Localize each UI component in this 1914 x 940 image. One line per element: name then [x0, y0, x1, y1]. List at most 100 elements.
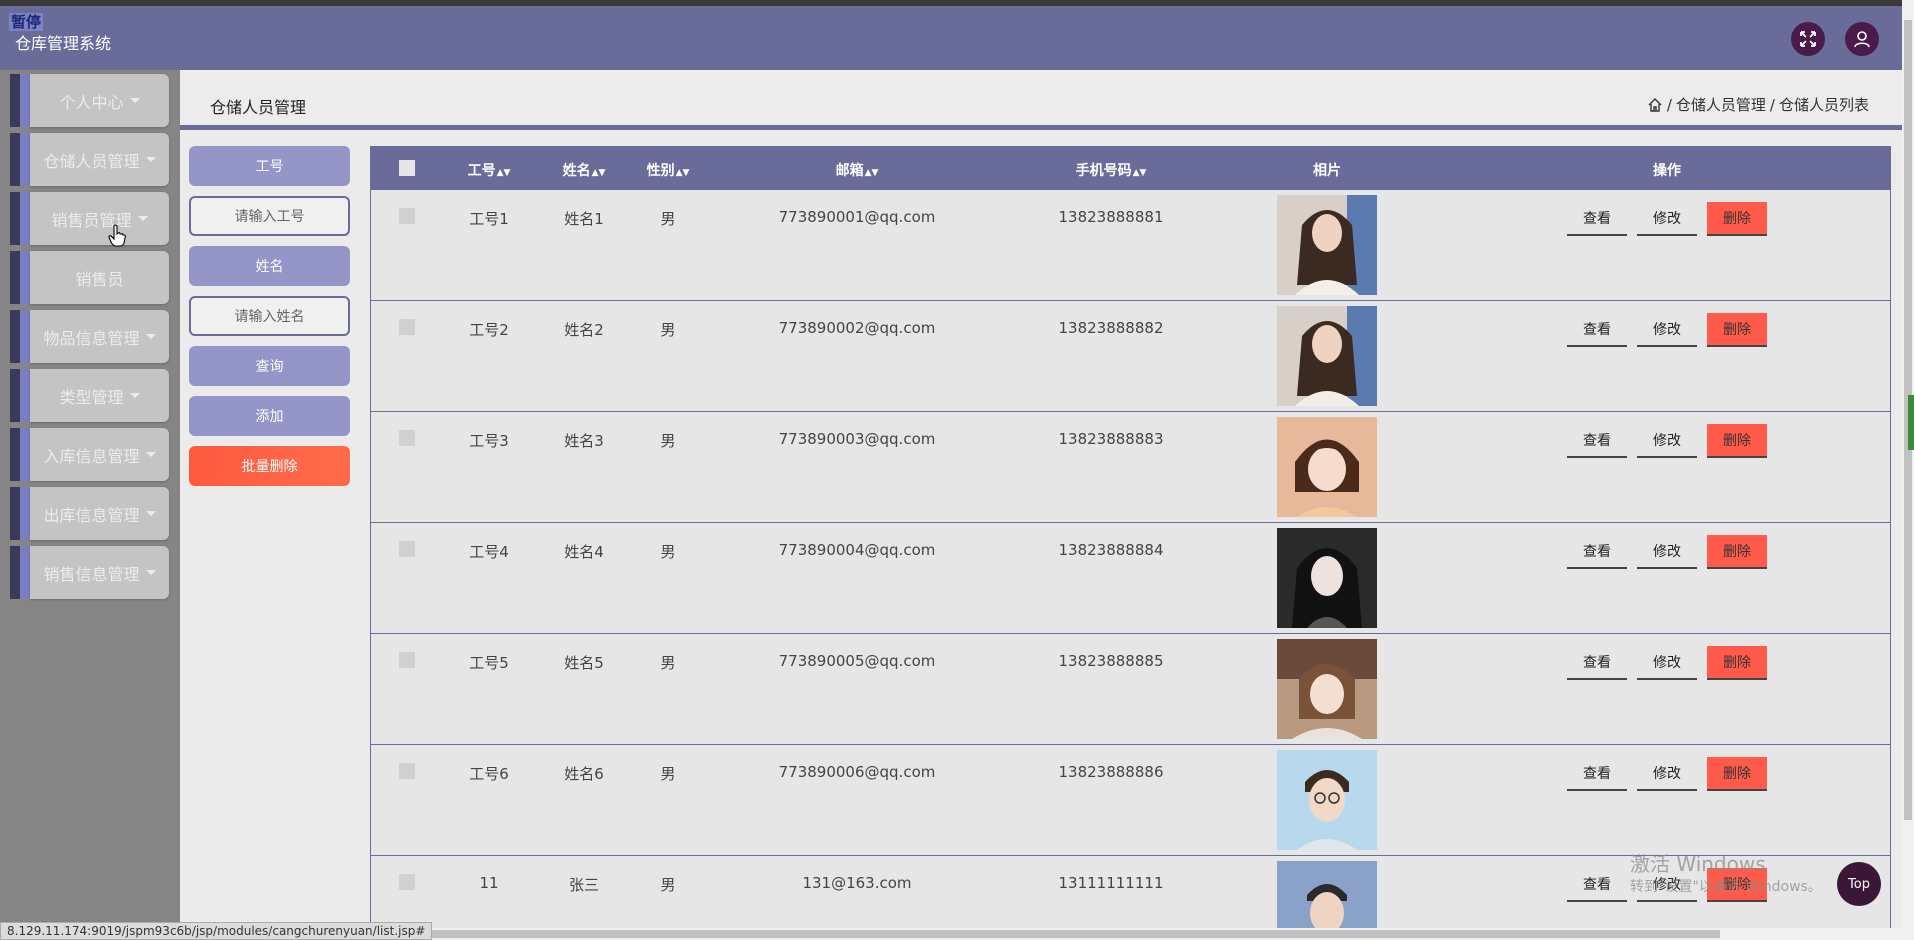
breadcrumb-item-staff-mgmt[interactable]: 仓储人员管理 [1676, 94, 1766, 115]
chevron-down-icon [145, 334, 156, 339]
emp-no-cell: 工号1 [469, 210, 509, 228]
table-row: 工号2 姓名2 男 773890002@qq.com 13823888882 查… [371, 301, 1890, 412]
view-button[interactable]: 查看 [1567, 757, 1627, 791]
delete-button[interactable]: 删除 [1707, 313, 1767, 347]
delete-button[interactable]: 删除 [1707, 202, 1767, 236]
column-header-actions: 操作 [1653, 163, 1681, 179]
sort-icon: ▲▼ [496, 168, 511, 178]
sidebar-item-inbound[interactable]: 入库信息管理 [10, 428, 169, 481]
row-checkbox[interactable] [399, 208, 415, 224]
gender-cell: 男 [660, 210, 676, 228]
delete-button[interactable]: 删除 [1707, 424, 1767, 458]
table-row: 工号3 姓名3 男 773890003@qq.com 13823888883 查… [371, 412, 1890, 523]
phone-cell: 13823888881 [1058, 208, 1164, 226]
row-checkbox[interactable] [399, 652, 415, 668]
column-header-gender[interactable]: 性别▲▼ [647, 160, 690, 180]
row-checkbox[interactable] [399, 319, 415, 335]
status-bar-url: 8.129.11.174:9019/jspm93c6b/jsp/modules/… [0, 922, 433, 940]
row-checkbox[interactable] [399, 541, 415, 557]
back-to-top-button[interactable]: Top [1837, 862, 1881, 906]
search-button[interactable]: 查询 [189, 346, 350, 386]
email-cell: 773890004@qq.com [778, 541, 936, 559]
gender-cell: 男 [660, 765, 676, 783]
name-label: 姓名 [189, 246, 350, 286]
gender-cell: 男 [660, 321, 676, 339]
sidebar-item-sales-info[interactable]: 销售信息管理 [10, 546, 169, 599]
column-header-email[interactable]: 邮箱▲▼ [836, 160, 879, 180]
name-cell: 姓名6 [564, 765, 604, 783]
fullscreen-button[interactable] [1791, 22, 1825, 56]
column-header-photo: 相片 [1313, 163, 1341, 179]
view-button[interactable]: 查看 [1567, 202, 1627, 236]
staff-photo [1277, 417, 1377, 517]
delete-button[interactable]: 删除 [1707, 646, 1767, 680]
vertical-scrollbar[interactable] [1902, 0, 1914, 940]
row-checkbox[interactable] [399, 874, 415, 890]
edit-button[interactable]: 修改 [1637, 424, 1697, 458]
view-button[interactable]: 查看 [1567, 424, 1627, 458]
name-cell: 姓名2 [564, 321, 604, 339]
sort-icon: ▲▼ [675, 168, 690, 178]
page-title: 仓储人员管理 [210, 98, 307, 117]
view-button[interactable]: 查看 [1567, 313, 1627, 347]
sidebar-item-salesperson[interactable]: 销售员 [10, 251, 169, 304]
view-button[interactable]: 查看 [1567, 868, 1627, 902]
batch-delete-button[interactable]: 批量删除 [189, 446, 350, 486]
sidebar-item-type-mgmt[interactable]: 类型管理 [10, 369, 169, 422]
add-button[interactable]: 添加 [189, 396, 350, 436]
chevron-down-icon [145, 511, 156, 516]
name-cell: 姓名3 [564, 432, 604, 450]
emp-no-cell: 工号2 [469, 321, 509, 339]
sidebar-item-personal-center[interactable]: 个人中心 [10, 74, 169, 127]
table-row: 工号4 姓名4 男 773890004@qq.com 13823888884 查… [371, 523, 1890, 634]
emp-no-input[interactable]: 请输入工号 [189, 196, 350, 236]
edit-button[interactable]: 修改 [1637, 313, 1697, 347]
select-all-checkbox[interactable] [399, 160, 415, 176]
chevron-down-icon [145, 570, 156, 575]
edit-button[interactable]: 修改 [1637, 646, 1697, 680]
edit-button[interactable]: 修改 [1637, 757, 1697, 791]
name-input[interactable]: 请输入姓名 [189, 296, 350, 336]
sort-icon: ▲▼ [591, 168, 606, 178]
column-header-emp-no[interactable]: 工号▲▼ [468, 160, 511, 180]
emp-no-cell: 工号5 [469, 654, 509, 672]
page-header: 仓储人员管理 / 仓储人员管理 / 仓储人员列表 [180, 70, 1902, 130]
row-checkbox[interactable] [399, 763, 415, 779]
user-profile-button[interactable] [1845, 22, 1879, 56]
table-row: 工号5 姓名5 男 773890005@qq.com 13823888885 查… [371, 634, 1890, 745]
pause-badge: 暂停 [9, 13, 44, 31]
breadcrumb-item-staff-list: 仓储人员列表 [1778, 96, 1869, 114]
sidebar: 个人中心 仓储人员管理 销售员管理 销售员 物品信息管理 类型管理 入库信息管理… [0, 70, 180, 940]
name-cell: 姓名1 [564, 210, 604, 228]
edit-button[interactable]: 修改 [1637, 535, 1697, 569]
row-checkbox[interactable] [399, 430, 415, 446]
staff-photo [1277, 195, 1377, 295]
staff-photo [1277, 639, 1377, 739]
sidebar-item-salesperson-mgmt[interactable]: 销售员管理 [10, 192, 169, 245]
breadcrumb: / 仓储人员管理 / 仓储人员列表 [1647, 94, 1869, 115]
table-row: 工号1 姓名1 男 773890001@qq.com 13823888881 查… [371, 190, 1890, 301]
gender-cell: 男 [660, 654, 676, 672]
staff-photo [1277, 750, 1377, 850]
app-header: 暂停 仓库管理系统 [0, 6, 1902, 70]
column-header-phone[interactable]: 手机号码▲▼ [1076, 160, 1147, 180]
email-cell: 773890002@qq.com [778, 319, 936, 337]
column-header-name[interactable]: 姓名▲▼ [563, 160, 606, 180]
phone-cell: 13823888882 [1058, 319, 1164, 337]
delete-button[interactable]: 删除 [1707, 757, 1767, 791]
sidebar-item-outbound[interactable]: 出库信息管理 [10, 487, 169, 540]
chevron-down-icon [137, 216, 148, 221]
gender-cell: 男 [660, 876, 676, 894]
view-button[interactable]: 查看 [1567, 535, 1627, 569]
edit-button[interactable]: 修改 [1637, 202, 1697, 236]
sidebar-item-warehouse-staff[interactable]: 仓储人员管理 [10, 133, 169, 186]
sidebar-item-item-info[interactable]: 物品信息管理 [10, 310, 169, 363]
home-icon[interactable] [1647, 97, 1663, 113]
chevron-down-icon [129, 98, 140, 103]
emp-no-label: 工号 [189, 146, 350, 186]
email-cell: 773890005@qq.com [778, 652, 936, 670]
view-button[interactable]: 查看 [1567, 646, 1627, 680]
windows-activation-hint: 转到"设置"以激活 Windows。 [1630, 879, 1822, 895]
name-cell: 姓名5 [564, 654, 604, 672]
delete-button[interactable]: 删除 [1707, 535, 1767, 569]
